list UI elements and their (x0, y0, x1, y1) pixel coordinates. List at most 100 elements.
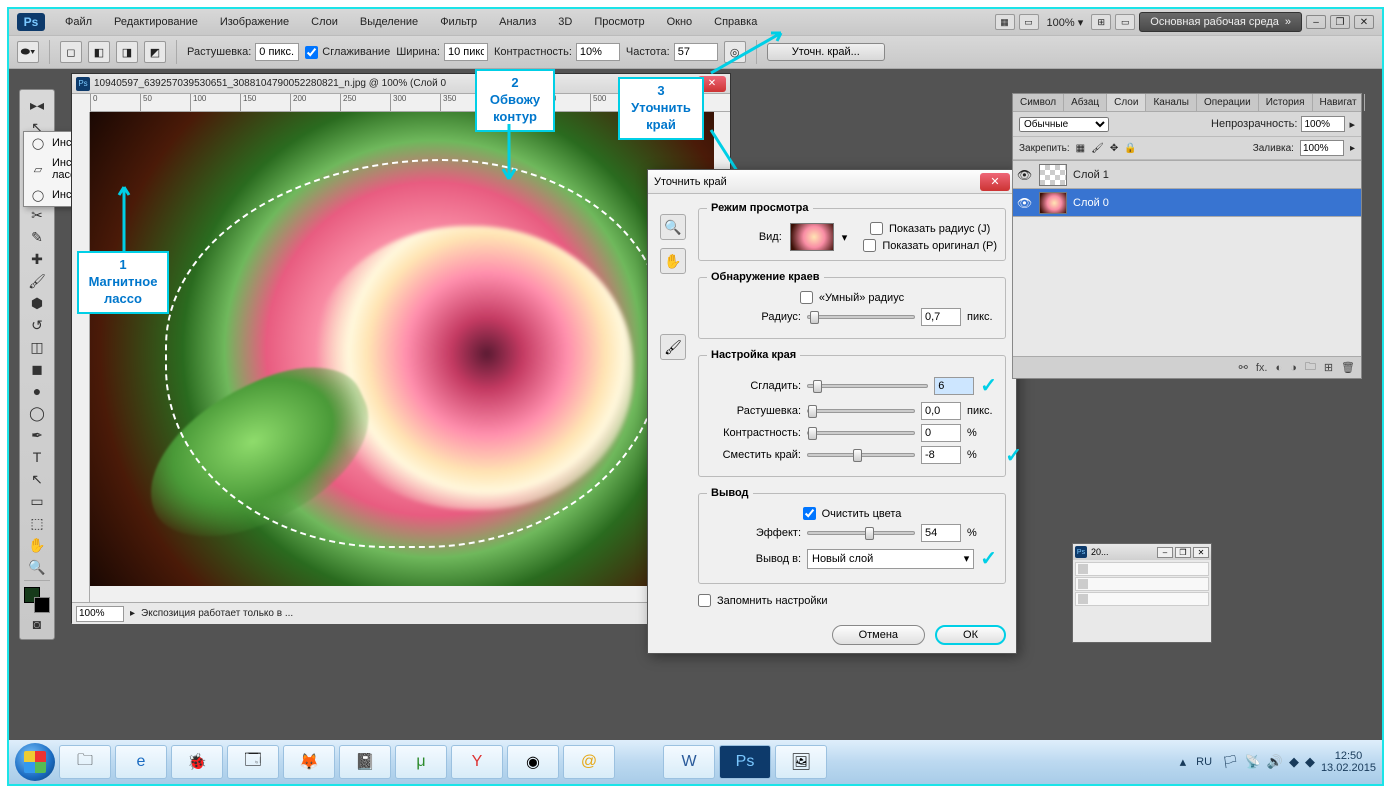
eyedropper-tool-icon[interactable]: ✎ (22, 226, 52, 248)
tab-history[interactable]: История (1259, 94, 1313, 111)
radius-input[interactable] (921, 308, 961, 326)
tab-paragraph[interactable]: Абзац (1064, 94, 1107, 111)
tray-network-icon[interactable]: 📡 (1245, 754, 1261, 770)
handle-icon[interactable]: ▸◂ (22, 94, 52, 116)
menu-edit[interactable]: Редактирование (104, 12, 208, 32)
layer-thumb[interactable] (1039, 192, 1067, 214)
blur-tool-icon[interactable]: ● (22, 380, 52, 402)
hand-tool-icon[interactable]: ✋ (660, 248, 686, 274)
selection-intersect-icon[interactable]: ◩ (144, 41, 166, 63)
dodge-tool-icon[interactable]: ◯ (22, 402, 52, 424)
ok-button[interactable]: ОК (935, 625, 1006, 645)
brush-tool-icon[interactable]: 🖌 (22, 270, 52, 292)
smooth-slider[interactable] (807, 384, 928, 388)
mini-titlebar[interactable]: Ps 20... – ❐ ✕ (1073, 544, 1211, 560)
opacity-flyout-icon[interactable]: ▸ (1349, 118, 1355, 131)
zoom-tool-icon[interactable]: 🔍 (22, 556, 52, 578)
antialias-checkbox[interactable] (305, 46, 318, 59)
zoom-level[interactable]: 100% ▾ (1043, 14, 1088, 31)
taskbar-yandex-icon[interactable]: Y (451, 745, 503, 779)
view-mode-thumb[interactable] (790, 223, 834, 251)
crop-tool-icon[interactable]: ✂ (22, 204, 52, 226)
lock-pixels-icon[interactable]: 🖌 (1091, 143, 1104, 154)
frequency-input[interactable] (674, 43, 718, 61)
eraser-tool-icon[interactable]: ◫ (22, 336, 52, 358)
mini-row[interactable] (1075, 577, 1209, 591)
contrast-input[interactable] (576, 43, 620, 61)
lock-all-icon[interactable]: 🔒 (1124, 143, 1136, 154)
taskbar-photoshop-icon[interactable]: Ps (719, 745, 771, 779)
canvas[interactable] (90, 112, 714, 586)
shift-edge-input[interactable] (921, 446, 961, 464)
layer-name[interactable]: Слой 1 (1073, 169, 1109, 181)
width-input[interactable] (444, 43, 488, 61)
amount-slider[interactable] (807, 531, 915, 535)
show-original-checkbox[interactable] (863, 239, 876, 252)
tray-app-icon[interactable]: ◆ (1289, 754, 1299, 770)
dlg-contrast-slider[interactable] (807, 431, 915, 435)
menu-image[interactable]: Изображение (210, 12, 299, 32)
visibility-icon[interactable]: 👁 (1017, 196, 1033, 210)
taskbar-app-icon[interactable]: 🗔 (227, 745, 279, 779)
clock[interactable]: 12:50 13.02.2015 (1321, 750, 1376, 774)
arrange-icon[interactable]: ⊞ (1091, 14, 1111, 30)
output-to-select[interactable]: Новый слой▾ (807, 549, 974, 569)
menu-view[interactable]: Просмотр (584, 12, 654, 32)
mini-restore[interactable]: ❐ (1175, 547, 1191, 558)
view-extras-icon[interactable]: ▭ (1019, 14, 1039, 30)
cancel-button[interactable]: Отмена (832, 625, 925, 645)
window-minimize[interactable]: – (1306, 15, 1326, 29)
tray-app-icon[interactable]: ◆ (1305, 754, 1315, 770)
selection-new-icon[interactable]: ◻ (60, 41, 82, 63)
fill-flyout-icon[interactable]: ▸ (1350, 143, 1355, 154)
menu-3d[interactable]: 3D (548, 12, 582, 32)
tab-layers[interactable]: Слои (1107, 94, 1146, 111)
lock-position-icon[interactable]: ✥ (1110, 143, 1118, 154)
mini-row[interactable] (1075, 562, 1209, 576)
tab-actions[interactable]: Операции (1197, 94, 1259, 111)
mini-minimize[interactable]: – (1157, 547, 1173, 558)
taskbar-ie-icon[interactable]: e (115, 745, 167, 779)
zoom-tool-icon[interactable]: 🔍 (660, 214, 686, 240)
amount-input[interactable] (921, 524, 961, 542)
history-brush-icon[interactable]: ↺ (22, 314, 52, 336)
3d-tool-icon[interactable]: ⬚ (22, 512, 52, 534)
pen-tool-icon[interactable]: ✒ (22, 424, 52, 446)
tray-flag-icon[interactable]: 🏳 (1222, 754, 1239, 770)
group-icon[interactable]: 🗀 (1305, 358, 1316, 377)
refine-brush-icon[interactable]: 🖌 (660, 334, 686, 360)
tab-channels[interactable]: Каналы (1146, 94, 1197, 111)
workspace-switcher[interactable]: Основная рабочая среда» (1139, 12, 1302, 32)
shape-tool-icon[interactable]: ▭ (22, 490, 52, 512)
gradient-tool-icon[interactable]: ◼ (22, 358, 52, 380)
ruler-vertical[interactable] (72, 112, 90, 602)
dialog-close-icon[interactable]: ✕ (980, 173, 1010, 191)
remember-checkbox[interactable] (698, 594, 711, 607)
launch-bridge-icon[interactable]: ▦ (995, 14, 1015, 30)
smart-radius-checkbox[interactable] (800, 291, 813, 304)
mask-icon[interactable]: ◐ (1276, 362, 1283, 374)
hand-tool-icon[interactable]: ✋ (22, 534, 52, 556)
taskbar-explorer-icon[interactable]: 🗀 (59, 745, 111, 779)
shift-edge-slider[interactable] (807, 453, 915, 457)
taskbar-firefox-icon[interactable]: 🦊 (283, 745, 335, 779)
mini-row[interactable] (1075, 592, 1209, 606)
taskbar-app-icon[interactable]: 🐞 (171, 745, 223, 779)
selection-subtract-icon[interactable]: ◨ (116, 41, 138, 63)
layer-thumb[interactable] (1039, 164, 1067, 186)
dlg-feather-slider[interactable] (807, 409, 915, 413)
pen-pressure-icon[interactable]: ◎ (724, 41, 746, 63)
taskbar-mail-icon[interactable]: @ (563, 745, 615, 779)
window-restore[interactable]: ❐ (1330, 15, 1350, 29)
menu-layer[interactable]: Слои (301, 12, 348, 32)
fill-input[interactable] (1300, 140, 1344, 156)
tool-preset-icon[interactable]: ⬬▾ (17, 41, 39, 63)
delete-layer-icon[interactable]: 🗑 (1341, 361, 1355, 374)
menu-help[interactable]: Справка (704, 12, 767, 32)
opacity-input[interactable] (1301, 116, 1345, 132)
color-swatches[interactable] (24, 587, 50, 613)
feather-input[interactable] (255, 43, 299, 61)
path-select-icon[interactable]: ↖ (22, 468, 52, 490)
menu-file[interactable]: Файл (55, 12, 102, 32)
stamp-tool-icon[interactable]: ⬢ (22, 292, 52, 314)
